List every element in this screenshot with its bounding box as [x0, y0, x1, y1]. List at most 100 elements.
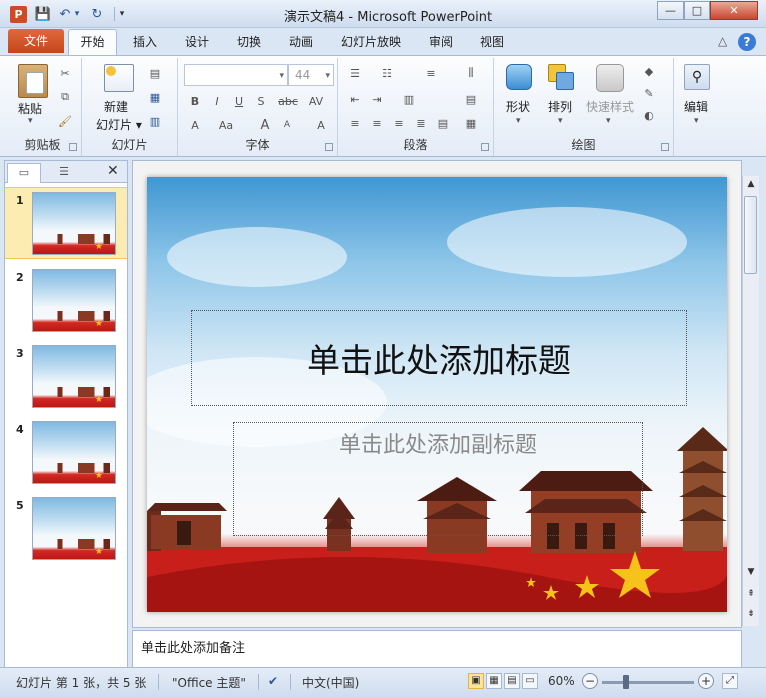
shadow-button[interactable]: S: [252, 92, 270, 110]
new-slide-label[interactable]: 新建: [104, 98, 128, 115]
tab-home[interactable]: 开始: [68, 29, 117, 56]
quick-styles-label[interactable]: 快速样式: [586, 98, 634, 115]
shapes-label[interactable]: 形状: [506, 98, 530, 115]
new-slide-label-2[interactable]: 幻灯片 ▾: [96, 116, 142, 133]
distribute-icon[interactable]: ▤: [434, 114, 452, 132]
undo-dropdown-arrow[interactable]: ▾: [72, 5, 82, 23]
paste-arrow-icon[interactable]: ▾: [28, 116, 33, 126]
scroll-thumb[interactable]: [744, 196, 757, 274]
change-case-button[interactable]: Aa: [214, 116, 238, 134]
font-name-combo[interactable]: ▾: [184, 64, 288, 86]
maximize-button[interactable]: □: [684, 1, 710, 20]
tab-slideshow[interactable]: 幻灯片放映: [341, 33, 401, 50]
powerpoint-app-icon[interactable]: P: [10, 6, 27, 23]
clear-formatting-button[interactable]: A: [312, 116, 330, 134]
font-color-button[interactable]: A: [186, 116, 204, 134]
tab-animations[interactable]: 动画: [289, 33, 313, 50]
quick-styles-icon[interactable]: [596, 64, 624, 92]
minimize-button[interactable]: —: [657, 1, 684, 20]
zoom-in-icon[interactable]: +: [698, 673, 714, 689]
outline-tab-icon[interactable]: ☰: [47, 163, 81, 183]
shape-fill-icon[interactable]: ◆: [640, 62, 658, 80]
save-icon[interactable]: 💾: [34, 5, 52, 23]
normal-view-icon[interactable]: ▣: [468, 673, 484, 689]
binoculars-icon[interactable]: ⚲: [684, 64, 710, 90]
quick-styles-arrow-icon[interactable]: ▾: [606, 116, 611, 126]
slides-tab-icon[interactable]: ▭: [7, 163, 41, 183]
customize-qat-arrow[interactable]: ▾: [117, 5, 127, 23]
tab-insert[interactable]: 插入: [133, 33, 157, 50]
bold-button[interactable]: B: [186, 92, 204, 110]
spell-check-icon[interactable]: ✔: [268, 674, 278, 688]
slide-canvas[interactable]: 单击此处添加标题 单击此处添加副标题: [147, 177, 727, 612]
clipboard-launcher-icon[interactable]: [69, 143, 77, 151]
vertical-scrollbar[interactable]: ▲ ▼ ⇞ ⇟: [742, 176, 759, 626]
previous-slide-icon[interactable]: ⇞: [743, 586, 759, 602]
drawing-launcher-icon[interactable]: [661, 143, 669, 151]
strikethrough-button[interactable]: abc: [276, 92, 300, 110]
help-icon[interactable]: ?: [738, 33, 756, 51]
slide-thumbnail-2[interactable]: 2 ★: [5, 265, 127, 337]
char-spacing-button[interactable]: AV: [304, 92, 328, 110]
layout-icon[interactable]: ▤: [146, 64, 164, 82]
shapes-arrow-icon[interactable]: ▾: [516, 116, 521, 126]
increase-indent-icon[interactable]: ⇥: [368, 90, 386, 108]
shape-effects-icon[interactable]: ◐: [640, 106, 658, 124]
line-spacing-icon[interactable]: ≡: [422, 64, 440, 82]
tab-file[interactable]: 文件: [8, 29, 64, 53]
tab-review[interactable]: 审阅: [429, 33, 453, 50]
reading-view-icon[interactable]: ▤: [504, 673, 520, 689]
editing-arrow-icon[interactable]: ▾: [694, 116, 699, 126]
underline-button[interactable]: U: [230, 92, 248, 110]
theme-status[interactable]: "Office 主题": [172, 674, 246, 691]
arrange-arrow-icon[interactable]: ▾: [558, 116, 563, 126]
zoom-slider[interactable]: [602, 681, 694, 684]
columns-icon[interactable]: ▥: [400, 90, 418, 108]
title-placeholder[interactable]: 单击此处添加标题: [191, 310, 687, 406]
notes-pane[interactable]: 单击此处添加备注: [132, 630, 742, 668]
shrink-font-button[interactable]: A: [278, 116, 296, 134]
cut-icon[interactable]: ✂: [56, 64, 74, 82]
align-left-icon[interactable]: ≡: [346, 114, 364, 132]
paragraph-launcher-icon[interactable]: [481, 143, 489, 151]
arrange-label[interactable]: 排列: [548, 98, 572, 115]
paste-label[interactable]: 粘贴: [18, 100, 42, 117]
subtitle-placeholder[interactable]: 单击此处添加副标题: [233, 422, 643, 536]
slide-thumbnail-5[interactable]: 5 ★: [5, 493, 127, 565]
reset-icon[interactable]: ▦: [146, 88, 164, 106]
font-launcher-icon[interactable]: [325, 143, 333, 151]
slide-thumbnail-4[interactable]: 4 ★: [5, 417, 127, 489]
slide-thumbnail-1[interactable]: 1 ★: [5, 187, 127, 259]
redo-icon[interactable]: ↻: [88, 5, 106, 23]
zoom-slider-knob[interactable]: [623, 675, 629, 689]
close-panel-icon[interactable]: ✕: [107, 163, 119, 179]
tab-view[interactable]: 视图: [480, 33, 504, 50]
slide-sorter-icon[interactable]: ▦: [486, 673, 502, 689]
section-icon[interactable]: ▥: [146, 112, 164, 130]
italic-button[interactable]: I: [208, 92, 226, 110]
font-size-combo[interactable]: 44 ▾: [288, 64, 334, 86]
scroll-up-arrow-icon[interactable]: ▲: [743, 176, 759, 192]
language-status[interactable]: 中文(中国): [302, 674, 359, 691]
align-text-icon[interactable]: ▤: [462, 90, 480, 108]
smartart-icon[interactable]: ▦: [462, 114, 480, 132]
tab-design[interactable]: 设计: [185, 33, 209, 50]
shapes-icon[interactable]: [506, 64, 532, 90]
numbering-icon[interactable]: ☷: [378, 64, 396, 82]
close-button[interactable]: ✕: [710, 1, 758, 20]
zoom-level[interactable]: 60%: [548, 674, 575, 688]
next-slide-icon[interactable]: ⇟: [743, 606, 759, 622]
copy-icon[interactable]: ⧉: [56, 88, 74, 106]
tab-transitions[interactable]: 切换: [237, 33, 261, 50]
align-center-icon[interactable]: ≡: [368, 114, 386, 132]
fit-to-window-icon[interactable]: ⤢: [722, 673, 738, 689]
shape-outline-icon[interactable]: ✎: [640, 84, 658, 102]
format-painter-icon[interactable]: 🖌: [56, 112, 74, 130]
bullets-icon[interactable]: ☰: [346, 64, 364, 82]
decrease-indent-icon[interactable]: ⇤: [346, 90, 364, 108]
slideshow-view-icon[interactable]: ▭: [522, 673, 538, 689]
scroll-down-arrow-icon[interactable]: ▼: [743, 564, 759, 580]
align-right-icon[interactable]: ≡: [390, 114, 408, 132]
slide-thumbnail-3[interactable]: 3 ★: [5, 341, 127, 413]
minimize-ribbon-icon[interactable]: △: [718, 34, 727, 48]
